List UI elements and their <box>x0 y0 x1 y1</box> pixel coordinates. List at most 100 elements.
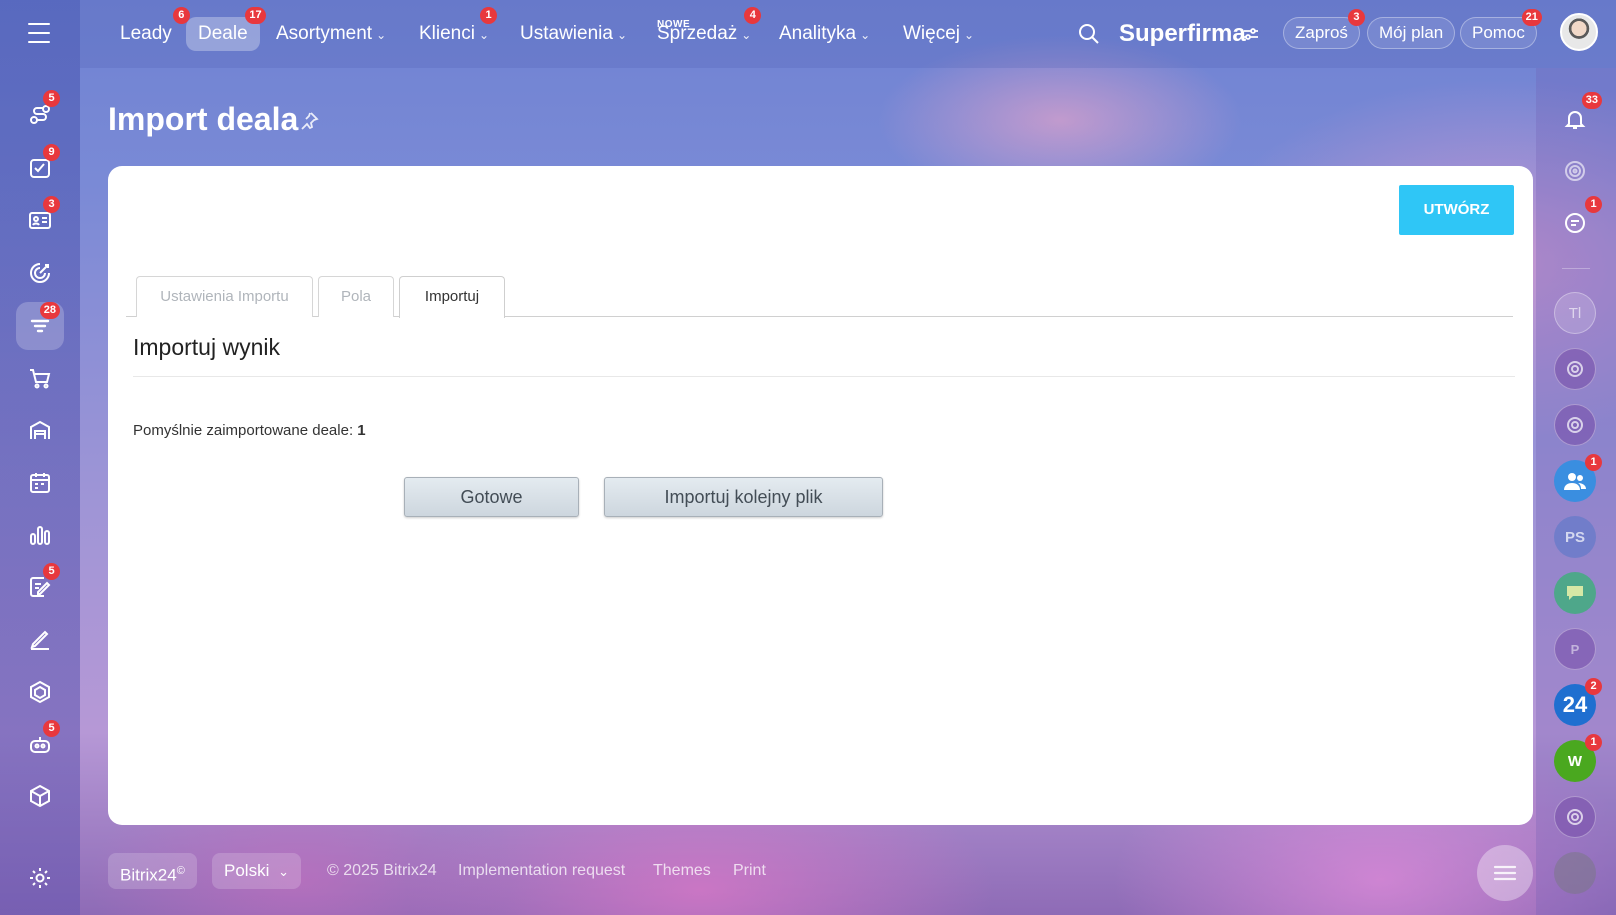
chat-avatar-message-icon[interactable] <box>1554 572 1596 614</box>
warehouse-icon[interactable] <box>16 406 64 454</box>
badge: 1 <box>480 7 498 24</box>
chat-icon[interactable]: 1 <box>1554 196 1602 244</box>
avatar[interactable] <box>1560 13 1598 51</box>
contact-card-icon[interactable]: 3 <box>16 196 64 244</box>
chevron-down-icon: ⌄ <box>376 28 387 42</box>
badge: 5 <box>43 90 60 107</box>
tab-import[interactable]: Importuj <box>399 276 505 318</box>
result-label: Pomyślnie zaimportowane deale: <box>133 422 354 439</box>
help-button[interactable]: Pomoc 21 <box>1460 9 1542 49</box>
nav-sprzedaz[interactable]: NOWE Sprzedaż ⌄ 4 <box>645 7 763 51</box>
funnel-icon[interactable]: 5 <box>16 90 64 138</box>
chat-avatar-tl[interactable]: Tl <box>1554 292 1596 334</box>
tab-import-settings[interactable]: Ustawienia Importu <box>136 276 313 317</box>
create-button[interactable]: UTWÓRZ <box>1399 185 1514 235</box>
bot-icon[interactable]: 5 <box>16 720 64 768</box>
badge: 33 <box>1581 92 1602 109</box>
analytics-icon[interactable] <box>16 511 64 559</box>
nav-label: Leady <box>120 23 172 44</box>
target-icon[interactable] <box>16 249 64 297</box>
badge: 4 <box>744 7 762 24</box>
nav-deale[interactable]: Deale 17 <box>186 7 266 51</box>
nav-label: Deale <box>198 23 248 44</box>
box-icon[interactable] <box>16 772 64 820</box>
crm-icon[interactable]: 28 <box>16 302 64 350</box>
pin-icon[interactable] <box>298 110 320 132</box>
implementation-request-link[interactable]: Implementation request <box>458 853 625 889</box>
nav-analityka[interactable]: Analityka ⌄ <box>767 17 882 51</box>
tasks-icon[interactable]: 9 <box>16 144 64 192</box>
nav-leady[interactable]: Leady 6 <box>108 7 190 51</box>
badge: 1 <box>1585 454 1602 471</box>
left-sidebar: 5 9 3 28 5 5 <box>0 0 80 915</box>
divider <box>133 376 1515 377</box>
avatar-letter: W <box>1567 752 1583 770</box>
brand-mark: © <box>176 865 185 877</box>
chevron-down-icon: ⌄ <box>964 28 975 42</box>
tab-fields[interactable]: Pola <box>318 276 394 317</box>
nav-label: Analityka <box>779 23 857 44</box>
chat-avatar-w[interactable]: W 1 <box>1554 734 1602 782</box>
chat-fab[interactable] <box>1477 845 1533 901</box>
target-icon[interactable] <box>1554 150 1596 192</box>
chat-avatar-icon[interactable] <box>1554 404 1596 446</box>
gear-icon[interactable] <box>16 854 64 902</box>
pen-icon[interactable] <box>16 615 64 663</box>
copyright: © 2025 Bitrix24 <box>327 862 437 879</box>
badge: 1 <box>1585 196 1602 213</box>
nav-asortyment[interactable]: Asortyment ⌄ <box>264 17 398 51</box>
themes-link[interactable]: Themes <box>653 853 711 889</box>
nav-ustawienia[interactable]: Ustawienia ⌄ <box>508 17 639 51</box>
new-tag: NOWE <box>657 19 691 30</box>
done-button[interactable]: Gotowe <box>404 477 579 517</box>
chat-avatar-p[interactable]: P <box>1554 628 1596 670</box>
cart-icon[interactable] <box>16 354 64 402</box>
help-label: Pomoc <box>1472 23 1525 42</box>
nav-wiecej[interactable]: Więcej ⌄ <box>891 17 986 51</box>
bitrix24-link[interactable]: Bitrix24© <box>108 853 197 889</box>
nav-label: Klienci <box>419 23 475 44</box>
invite-label: Zaproś <box>1295 23 1348 42</box>
chat-avatar-icon[interactable] <box>1554 348 1596 390</box>
my-plan-button[interactable]: Mój plan <box>1367 17 1456 49</box>
page-title: Import deala <box>108 101 299 137</box>
import-another-file-button[interactable]: Importuj kolejny plik <box>604 477 883 517</box>
chat-avatar-ps[interactable]: PS <box>1554 516 1596 558</box>
calendar-icon[interactable] <box>16 459 64 507</box>
list-icon <box>1493 865 1517 881</box>
import-tabs: Ustawienia Importu Pola Importuj <box>126 276 1513 318</box>
menu-toggle-icon[interactable] <box>24 20 54 46</box>
group-chat-icon[interactable]: 1 <box>1554 454 1602 502</box>
badge: 9 <box>43 144 60 161</box>
badge: 17 <box>245 7 266 24</box>
print-link[interactable]: Print <box>733 853 766 889</box>
company-name[interactable]: Superfirma <box>1119 17 1246 51</box>
chevron-down-icon: ⌄ <box>860 28 871 42</box>
hexagon-icon[interactable] <box>16 668 64 716</box>
bell-icon[interactable]: 33 <box>1554 92 1602 140</box>
footer-brand: Bitrix24 <box>120 865 177 885</box>
chat-avatar-photo[interactable] <box>1554 852 1596 894</box>
settings-sliders-icon[interactable] <box>1241 24 1261 44</box>
language-select[interactable]: Polski ⌄ <box>212 853 301 889</box>
chevron-down-icon: ⌄ <box>478 28 490 42</box>
signature-icon[interactable]: 5 <box>16 563 64 611</box>
nav-label: Więcej <box>903 23 961 44</box>
badge: 3 <box>43 196 60 213</box>
badge: 3 <box>1347 9 1365 26</box>
section-title: Importuj wynik <box>133 334 280 360</box>
badge: 2 <box>1585 678 1602 695</box>
badge: 21 <box>1521 9 1542 26</box>
invite-button[interactable]: Zaproś 3 <box>1283 9 1365 49</box>
chat-avatar-icon[interactable] <box>1554 796 1596 838</box>
bitrix24-app[interactable]: 24 2 <box>1554 678 1602 726</box>
plan-label: Mój plan <box>1379 23 1444 42</box>
right-sidebar: 33 1 Tl 1 PS P 24 2 W 1 <box>1536 68 1616 915</box>
search-icon[interactable] <box>1077 22 1101 46</box>
import-card: UTWÓRZ Ustawienia Importu Pola Importuj … <box>108 166 1533 825</box>
language-label: Polski <box>224 861 270 880</box>
chevron-down-icon: ⌄ <box>616 28 627 42</box>
badge: 28 <box>39 302 60 319</box>
separator <box>1562 268 1590 269</box>
nav-klienci[interactable]: Klienci ⌄ 1 <box>407 7 501 51</box>
